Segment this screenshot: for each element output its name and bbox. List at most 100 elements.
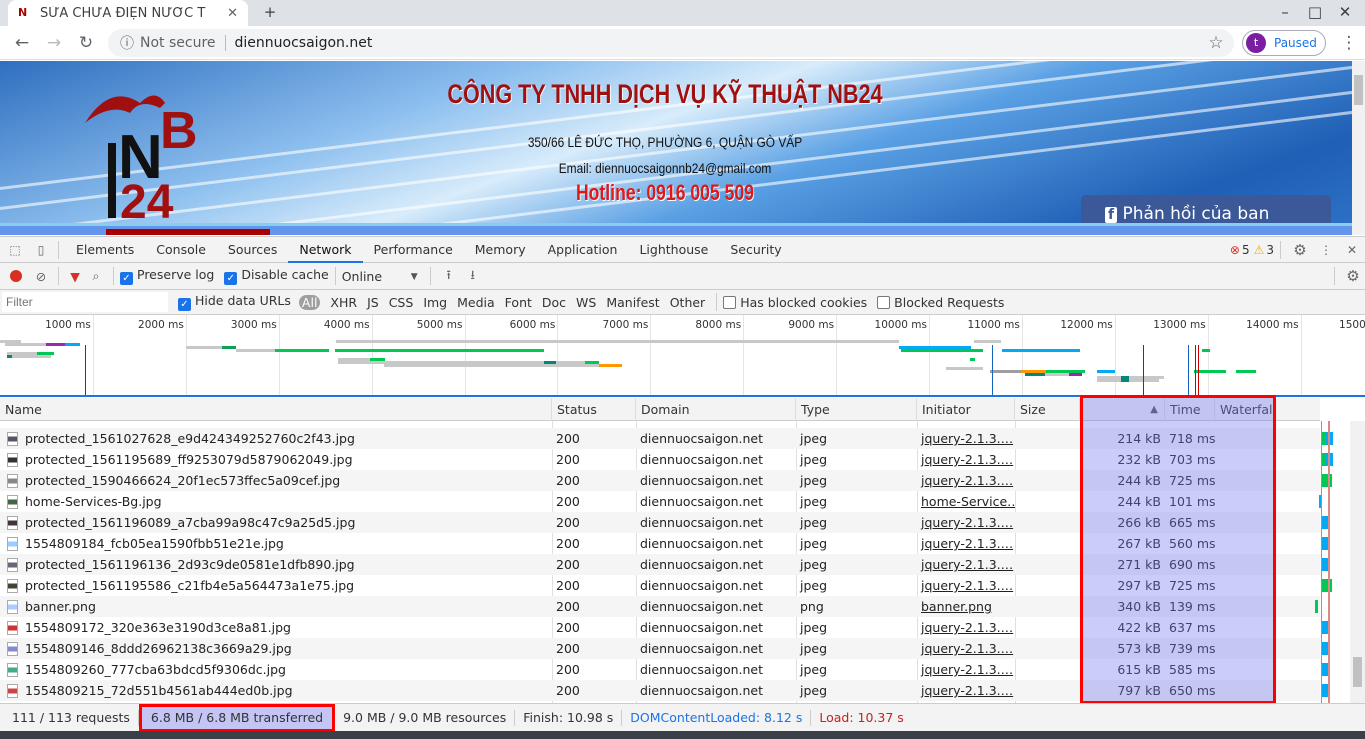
bookmark-star-icon[interactable]: ☆ [1204, 31, 1228, 55]
cell-status: 200 [556, 431, 580, 446]
filter-type-ws[interactable]: WS [576, 295, 596, 310]
cell-initiator[interactable]: jquery-2.1.3.… [917, 470, 1015, 491]
export-har-icon[interactable]: ⭳ [461, 266, 485, 287]
url-omnibox[interactable]: ⓘ Not secure diennuocsaigon.net [108, 29, 1234, 57]
cell-status: 200 [556, 683, 580, 698]
grid-line [743, 315, 745, 395]
site-nav-active-item[interactable] [106, 229, 270, 235]
cell-initiator[interactable]: home-Service… [917, 491, 1015, 512]
cell-initiator[interactable]: jquery-2.1.3.… [917, 680, 1015, 701]
import-har-icon[interactable]: ⭱ [437, 266, 461, 287]
tab-application[interactable]: Application [537, 237, 629, 263]
col-size[interactable]: Size [1015, 398, 1080, 421]
cell-initiator[interactable]: jquery-2.1.3.… [917, 428, 1015, 449]
filter-type-manifest[interactable]: Manifest [606, 295, 659, 310]
cell-initiator[interactable]: jquery-2.1.3.… [917, 533, 1015, 554]
col-status[interactable]: Status [552, 398, 636, 421]
clear-icon[interactable]: ⊘ [30, 269, 52, 284]
blocked-requests-checkbox[interactable]: Blocked Requests [877, 295, 1004, 310]
site-favicon-icon: N [18, 6, 28, 19]
cell-initiator[interactable]: jquery-2.1.3.… [917, 449, 1015, 470]
col-name[interactable]: Name [0, 398, 552, 421]
col-initiator[interactable]: Initiator [917, 398, 1015, 421]
col-domain[interactable]: Domain [636, 398, 796, 421]
profile-status: Paused [1274, 36, 1317, 50]
cell-initiator[interactable]: jquery-2.1.3.… [917, 617, 1015, 638]
browser-tab[interactable]: N SỬA CHỮA ĐIỆN NƯỚC T ✕ [8, 0, 248, 26]
overview-request-bar [7, 355, 13, 358]
forward-button[interactable]: → [42, 31, 66, 55]
record-icon[interactable] [10, 270, 22, 282]
filter-type-font[interactable]: Font [505, 295, 532, 310]
network-overview-timeline[interactable]: 1000 ms 2000 ms 3000 ms 4000 ms 5000 ms 6000 … [0, 315, 1365, 397]
cell-initiator[interactable]: jquery-2.1.3.… [917, 659, 1015, 680]
cell-status: 200 [556, 473, 580, 488]
device-toolbar-icon[interactable]: ▯ [30, 243, 52, 257]
tab-security[interactable]: Security [719, 237, 792, 263]
avatar: t [1246, 33, 1266, 53]
cell-initiator[interactable]: jquery-2.1.3.… [917, 638, 1015, 659]
disable-cache-checkbox[interactable]: ✓ Disable cache [224, 267, 329, 285]
cell-initiator[interactable]: jquery-2.1.3.… [917, 575, 1015, 596]
cell-initiator[interactable]: banner.png [917, 596, 1015, 617]
tab-title: SỬA CHỮA ĐIỆN NƯỚC T [40, 5, 206, 21]
close-window-button[interactable]: ✕ [1325, 0, 1365, 26]
error-count-icon[interactable]: ⊗ [1230, 243, 1240, 257]
filter-type-xhr[interactable]: XHR [330, 295, 357, 310]
tab-performance[interactable]: Performance [363, 237, 464, 263]
filter-type-css[interactable]: CSS [389, 295, 414, 310]
filter-type-other[interactable]: Other [670, 295, 706, 310]
info-icon[interactable]: ⓘ [120, 33, 134, 53]
tab-sources[interactable]: Sources [217, 237, 288, 263]
cell-status: 200 [556, 536, 580, 551]
tab-console[interactable]: Console [145, 237, 217, 263]
tab-lighthouse[interactable]: Lighthouse [628, 237, 719, 263]
image-file-icon [7, 621, 18, 635]
inspect-element-icon[interactable]: ⬚ [0, 243, 30, 257]
search-icon[interactable]: ⌕ [85, 268, 107, 284]
filter-funnel-icon[interactable]: ▼ [65, 269, 85, 284]
new-tab-button[interactable]: + [250, 0, 290, 26]
cell-initiator[interactable]: jquery-2.1.3.… [917, 554, 1015, 575]
menu-kebab-icon[interactable]: ⋮ [1337, 31, 1361, 55]
security-label: Not secure [140, 35, 216, 51]
settings-gear-icon[interactable]: ⚙ [1287, 241, 1313, 259]
profile-button[interactable]: t Paused [1242, 30, 1326, 56]
preserve-log-checkbox[interactable]: ✓ Preserve log [120, 267, 214, 285]
filter-input[interactable] [2, 292, 168, 312]
cell-domain: diennuocsaigon.net [640, 536, 764, 551]
tab-elements[interactable]: Elements [65, 237, 145, 263]
throttle-select[interactable]: Online ▼ [342, 269, 418, 284]
cell-status: 200 [556, 641, 580, 656]
tab-memory[interactable]: Memory [464, 237, 537, 263]
col-type[interactable]: Type [796, 398, 917, 421]
image-file-icon [7, 537, 18, 551]
overview-request-bar [1121, 379, 1129, 382]
image-file-icon [7, 453, 18, 467]
tab-network[interactable]: Network [288, 237, 363, 263]
back-button[interactable]: ← [10, 31, 34, 55]
cell-initiator[interactable]: jquery-2.1.3.… [917, 512, 1015, 533]
has-blocked-cookies-checkbox[interactable]: Has blocked cookies [723, 295, 867, 310]
network-settings-gear-icon[interactable]: ⚙ [1341, 267, 1365, 285]
filter-type-js[interactable]: JS [367, 295, 379, 310]
cell-domain: diennuocsaigon.net [640, 557, 764, 572]
timing-marker-line [85, 345, 87, 395]
tick-label: 5000 ms [416, 319, 463, 331]
table-scrollbar[interactable] [1350, 421, 1365, 703]
cell-domain: diennuocsaigon.net [640, 641, 764, 656]
close-devtools-icon[interactable]: ✕ [1339, 243, 1365, 257]
filter-type-doc[interactable]: Doc [542, 295, 566, 310]
hide-data-urls-checkbox[interactable]: ✓ Hide data URLs [178, 293, 291, 311]
overview-request-bar [973, 340, 1001, 343]
filter-type-img[interactable]: Img [423, 295, 447, 310]
facebook-icon: f [1105, 207, 1118, 223]
overview-request-bar [945, 367, 983, 370]
warning-count-icon[interactable]: ⚠ [1254, 243, 1265, 257]
close-tab-icon[interactable]: ✕ [227, 6, 238, 21]
filter-type-media[interactable]: Media [457, 295, 495, 310]
reload-button[interactable]: ↻ [74, 31, 98, 55]
more-options-icon[interactable]: ⋮ [1313, 243, 1339, 257]
page-scrollbar[interactable] [1352, 61, 1365, 235]
filter-type-all[interactable]: All [298, 294, 321, 310]
